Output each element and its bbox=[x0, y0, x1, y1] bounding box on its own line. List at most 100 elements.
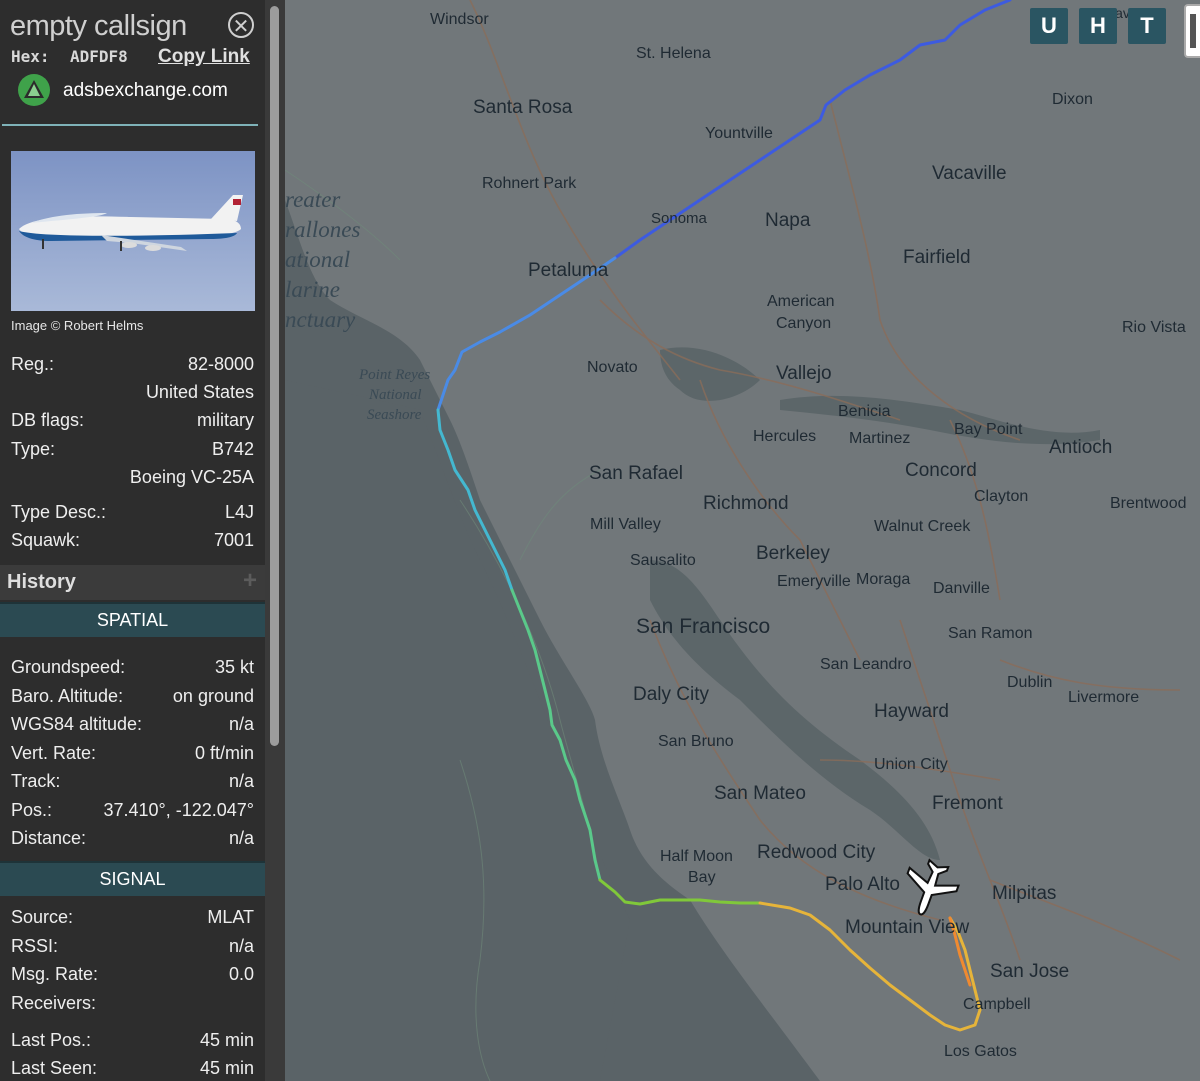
map-place-label: larine bbox=[285, 277, 340, 302]
map-place-label: Milpitas bbox=[992, 883, 1056, 904]
map-place-label: Clayton bbox=[974, 488, 1028, 505]
signal-section-header: SIGNAL bbox=[0, 861, 265, 896]
map-place-label: Point Reyes bbox=[358, 367, 430, 383]
map-place-label: San Leandro bbox=[820, 656, 912, 673]
info-row-type: Type: B742 bbox=[11, 439, 254, 459]
map-place-label: Dixon bbox=[1052, 91, 1093, 108]
info-row-country: United States bbox=[145, 382, 254, 402]
close-button[interactable]: ✕ bbox=[228, 12, 254, 38]
map-place-label: Mill Valley bbox=[590, 516, 661, 533]
image-credit: Image © Robert Helms bbox=[11, 318, 144, 333]
map-place-label: Petaluma bbox=[528, 260, 609, 281]
copy-link[interactable]: Copy Link bbox=[158, 46, 250, 68]
signal-row-last-pos: Last Pos.: 45 min bbox=[11, 1030, 254, 1050]
map-place-label: Richmond bbox=[703, 493, 789, 514]
spatial-row-baro-altitude: Baro. Altitude: on ground bbox=[11, 686, 254, 706]
map-place-label: Union City bbox=[874, 756, 948, 773]
spatial-row-position: Pos.: 37.410°, -122.047° bbox=[11, 800, 254, 820]
map-view[interactable]: Windsor St. Helena Santa Rosa Yountville Dix… bbox=[285, 0, 1200, 1081]
map-place-label: Vallejo bbox=[776, 363, 832, 384]
map-place-label: Emeryville bbox=[777, 573, 851, 590]
map-place-label: Concord bbox=[905, 460, 977, 481]
sidebar-scrollbar[interactable] bbox=[265, 0, 285, 1081]
map-place-label: Rio Vista bbox=[1122, 319, 1186, 336]
spatial-row-groundspeed: Groundspeed: 35 kt bbox=[11, 657, 254, 677]
spatial-row-wgs84-altitude: WGS84 altitude: n/a bbox=[11, 714, 254, 734]
map-settings-handle bbox=[1190, 14, 1196, 48]
spatial-row-vert-rate: Vert. Rate: 0 ft/min bbox=[11, 743, 254, 763]
map-place-label: Sausalito bbox=[630, 552, 696, 569]
expand-plus-icon[interactable]: + bbox=[243, 567, 257, 595]
signal-row-rssi: RSSI: n/a bbox=[11, 936, 254, 956]
map-place-label: Sonoma bbox=[651, 210, 708, 227]
spatial-section-header: SPATIAL bbox=[0, 602, 265, 637]
map-place-label: National bbox=[368, 387, 422, 403]
map-button-h[interactable]: H bbox=[1079, 8, 1117, 44]
callsign-title: empty callsign bbox=[10, 10, 187, 42]
map-settings-toggle[interactable] bbox=[1184, 4, 1200, 58]
map-place-label: Napa bbox=[765, 210, 811, 231]
map-place-label: Livermore bbox=[1068, 689, 1139, 706]
map-place-label: Campbell bbox=[963, 996, 1031, 1013]
hex-value: ADFDF8 bbox=[70, 47, 128, 66]
map-button-u[interactable]: U bbox=[1030, 8, 1068, 44]
map-button-t[interactable]: T bbox=[1128, 8, 1166, 44]
map-place-label: Los Gatos bbox=[944, 1043, 1017, 1060]
map-place-label: Redwood City bbox=[757, 842, 876, 863]
spatial-row-track: Track: n/a bbox=[11, 771, 254, 791]
info-row-squawk: Squawk: 7001 bbox=[11, 530, 254, 550]
scrollbar-thumb[interactable] bbox=[270, 6, 279, 746]
map-place-label: rallones bbox=[285, 217, 360, 242]
info-row-db-flags: DB flags: military bbox=[11, 410, 254, 430]
map-place-label: San Ramon bbox=[948, 625, 1033, 642]
info-row-type-desc: Type Desc.: L4J bbox=[11, 502, 254, 522]
map-place-label: Novato bbox=[587, 359, 638, 376]
map-canvas: Windsor St. Helena Santa Rosa Yountville Dix… bbox=[285, 0, 1200, 1081]
map-place-label: American bbox=[767, 293, 835, 310]
map-place-label: reater bbox=[285, 187, 341, 212]
map-place-label: Daly City bbox=[633, 684, 710, 705]
info-row-reg: Reg.: 82-8000 bbox=[11, 354, 254, 374]
map-place-label: Moraga bbox=[856, 571, 910, 588]
map-place-label: Bay bbox=[688, 869, 716, 886]
close-icon: ✕ bbox=[232, 16, 250, 38]
map-place-label: nctuary bbox=[285, 307, 356, 332]
map-place-label: Vacaville bbox=[932, 163, 1007, 184]
map-place-label: Danville bbox=[933, 580, 990, 597]
map-place-label: San Francisco bbox=[636, 615, 770, 638]
map-place-label: Canyon bbox=[776, 315, 831, 332]
signal-row-source: Source: MLAT bbox=[11, 907, 254, 927]
map-place-label: Mountain View bbox=[845, 917, 970, 938]
map-place-label: ational bbox=[285, 247, 350, 272]
map-place-label: Seashore bbox=[367, 407, 422, 423]
map-place-label: Windsor bbox=[430, 11, 489, 28]
signal-row-msg-rate: Msg. Rate: 0.0 bbox=[11, 964, 254, 984]
map-place-label: Walnut Creek bbox=[874, 518, 971, 535]
map-place-label: St. Helena bbox=[636, 45, 711, 62]
map-place-label: Bay Point bbox=[954, 421, 1023, 438]
info-row-type-name: Boeing VC-25A bbox=[129, 467, 254, 487]
map-place-label: Yountville bbox=[705, 125, 773, 142]
map-place-label: Santa Rosa bbox=[473, 97, 573, 118]
signal-row-last-seen: Last Seen: 45 min bbox=[11, 1058, 254, 1078]
map-place-label: Martinez bbox=[849, 430, 910, 447]
hex-label: Hex: bbox=[11, 47, 50, 66]
map-place-label: Fremont bbox=[932, 793, 1003, 814]
map-place-label: Berkeley bbox=[756, 543, 830, 564]
map-place-label: Rohnert Park bbox=[482, 175, 577, 192]
aircraft-photo bbox=[11, 151, 255, 311]
map-place-label: Palo Alto bbox=[825, 874, 900, 895]
map-place-label: Dublin bbox=[1007, 674, 1052, 691]
map-place-label: Half Moon bbox=[660, 848, 733, 865]
map-place-label: San Bruno bbox=[658, 733, 734, 750]
map-place-label: Antioch bbox=[1049, 437, 1112, 458]
source-site-link[interactable]: adsbexchange.com bbox=[63, 80, 228, 102]
map-place-label: San Jose bbox=[990, 961, 1069, 982]
aircraft-info-panel: empty callsign ✕ Hex: ADFDF8 Copy Link a… bbox=[0, 0, 265, 1081]
divider bbox=[2, 124, 258, 126]
history-section-header[interactable]: History + bbox=[0, 565, 265, 600]
signal-row-receivers: Receivers: bbox=[11, 993, 97, 1013]
spatial-row-distance: Distance: n/a bbox=[11, 828, 254, 848]
adsbexchange-logo-icon bbox=[18, 74, 50, 106]
map-place-label: San Rafael bbox=[589, 463, 683, 484]
